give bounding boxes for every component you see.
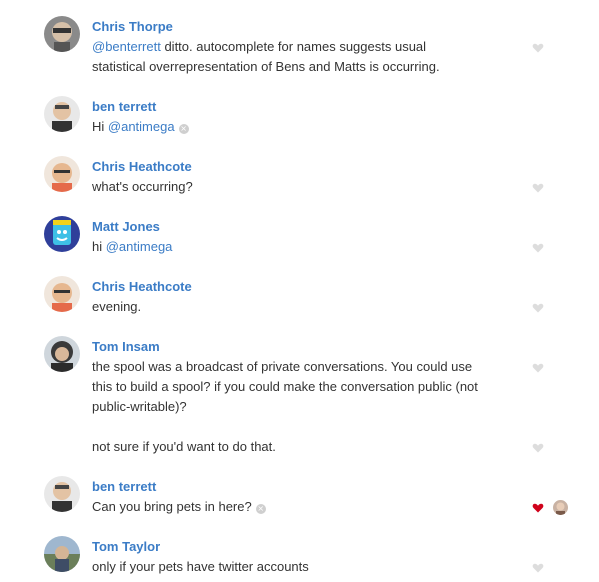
avatar[interactable] (44, 276, 80, 312)
heart-icon[interactable] (532, 42, 544, 54)
message-text: public-writable)? (92, 399, 187, 414)
avatar[interactable] (44, 476, 80, 512)
author-name[interactable]: Tom Taylor (92, 538, 160, 556)
message-text: Can you bring pets in here? × (92, 499, 266, 514)
mention-link[interactable]: @antimega (108, 119, 175, 134)
heart-icon[interactable] (532, 182, 544, 194)
message-text: @benterrett ditto. autocomplete for name… (92, 39, 427, 54)
heart-icon[interactable] (532, 562, 544, 574)
message-text: statistical overrepresentation of Bens a… (92, 59, 440, 74)
message-text: hi @antimega (92, 239, 173, 254)
heart-icon[interactable] (532, 502, 544, 514)
avatar[interactable] (44, 336, 80, 372)
heart-icon[interactable] (532, 242, 544, 254)
author-name[interactable]: Chris Heathcote (92, 278, 192, 296)
message-text: evening. (92, 299, 142, 314)
heart-icon[interactable] (532, 442, 544, 454)
message-text: only if your pets have twitter accounts (92, 559, 309, 574)
avatar[interactable] (44, 216, 80, 252)
message-text: Hi @antimega × (92, 119, 189, 134)
message-text: the spool was a broadcast of private con… (92, 359, 473, 374)
message-text: not sure if you'd want to do that. (92, 439, 276, 454)
avatar[interactable] (44, 536, 80, 572)
heart-icon[interactable] (532, 302, 544, 314)
close-circle-icon[interactable]: × (255, 504, 266, 514)
avatar[interactable] (44, 96, 80, 132)
avatar[interactable] (44, 156, 80, 192)
author-name[interactable]: Matt Jones (92, 218, 160, 236)
author-name[interactable]: Chris Thorpe (92, 18, 173, 36)
author-name[interactable]: Chris Heathcote (92, 158, 192, 176)
author-name[interactable]: Tom Insam (92, 338, 160, 356)
close-circle-icon[interactable]: × (178, 124, 189, 134)
author-name[interactable]: ben terrett (92, 98, 156, 116)
avatar[interactable] (44, 16, 80, 52)
message-text: what's occurring? (92, 179, 193, 194)
liker-avatar[interactable] (553, 500, 568, 515)
author-name[interactable]: ben terrett (92, 478, 156, 496)
heart-icon[interactable] (532, 362, 544, 374)
message-text: this to build a spool? if you could make… (92, 379, 478, 394)
mention-link[interactable]: @benterrett (92, 39, 161, 54)
mention-link[interactable]: @antimega (106, 239, 173, 254)
